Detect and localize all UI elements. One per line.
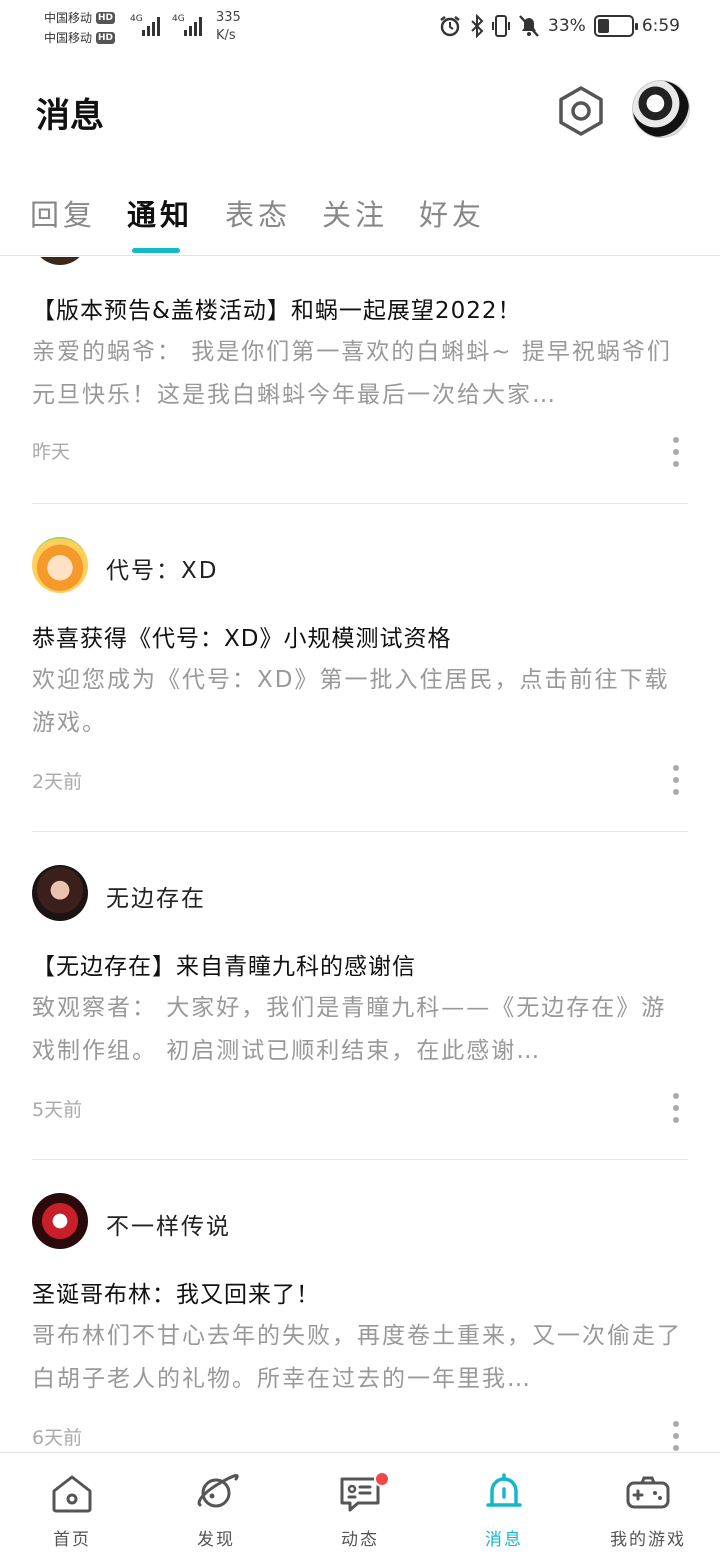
- battery-percent: 33%: [548, 16, 586, 36]
- notification-card[interactable]: 代号：XD 恭喜获得《代号：XD》小规模测试资格 欢迎您成为《代号：XD》第一批…: [32, 537, 688, 827]
- sender-name: 无边存在: [106, 886, 206, 912]
- speed-unit: K/s: [216, 28, 236, 43]
- bluetooth-icon: [471, 14, 484, 38]
- sender-name: 代号：XD: [106, 558, 219, 584]
- nav-feed[interactable]: 动态: [288, 1453, 432, 1560]
- tab-notification[interactable]: 通知: [127, 192, 193, 234]
- notification-title: 恭喜获得《代号：XD》小规模测试资格: [32, 626, 452, 652]
- network-label: 4G: [130, 14, 143, 24]
- notification-time: 2天前: [32, 771, 83, 793]
- battery-icon: [593, 15, 638, 37]
- tab-reply[interactable]: 回复: [30, 192, 96, 234]
- notification-title: 圣诞哥布林：我又回来了！: [32, 1282, 320, 1308]
- sender-avatar[interactable]: [32, 257, 88, 265]
- planet-icon: [197, 1474, 239, 1508]
- signal-icon: 4G: [130, 14, 160, 36]
- tab-follow[interactable]: 关注: [322, 192, 388, 234]
- user-avatar[interactable]: [632, 80, 690, 138]
- notification-time: 昨天: [32, 441, 71, 463]
- nav-label: 发现: [197, 1530, 235, 1550]
- notification-list[interactable]: 【版本预告&盖楼活动】和蜗一起展望2022！ 亲爱的蜗爷： 我是你们第一喜欢的白…: [0, 257, 720, 1452]
- nav-my-games[interactable]: 我的游戏: [576, 1453, 720, 1560]
- sender-name: 不一样传说: [106, 1214, 231, 1240]
- vibrate-icon: [492, 15, 511, 37]
- notification-body: 欢迎您成为《代号：XD》第一批入住居民，点击前往下载游戏。: [32, 667, 670, 736]
- more-options-button[interactable]: [668, 1093, 684, 1123]
- notification-card[interactable]: 无边存在 【无边存在】来自青瞳九科的感谢信 致观察者： 大家好，我们是青瞳九科—…: [32, 865, 688, 1155]
- header: 消息: [0, 70, 720, 160]
- clock: 6:59: [641, 16, 680, 36]
- nav-label: 首页: [53, 1530, 91, 1550]
- active-tab-indicator: [132, 248, 180, 253]
- tab-reaction[interactable]: 表态: [225, 192, 291, 234]
- notification-title: 【版本预告&盖楼活动】和蜗一起展望2022！: [32, 298, 522, 324]
- notification-card[interactable]: 【版本预告&盖楼活动】和蜗一起展望2022！ 亲爱的蜗爷： 我是你们第一喜欢的白…: [32, 257, 688, 509]
- sender-avatar[interactable]: [32, 537, 88, 593]
- status-right: 33% 6:59: [438, 14, 680, 38]
- more-options-button[interactable]: [668, 437, 684, 467]
- unread-badge: [374, 1471, 390, 1487]
- nav-discover[interactable]: 发现: [144, 1453, 288, 1560]
- home-icon: [52, 1475, 92, 1513]
- sender-avatar[interactable]: [32, 865, 88, 921]
- divider: [32, 503, 688, 504]
- nav-label: 动态: [341, 1530, 379, 1550]
- mute-bell-icon: [519, 15, 539, 37]
- carrier-info: 中国移动 HD 中国移动 HD: [44, 8, 116, 48]
- notification-title: 【无边存在】来自青瞳九科的感谢信: [32, 954, 416, 980]
- network-label: 4G: [172, 14, 185, 24]
- notification-time: 5天前: [32, 1099, 83, 1121]
- carrier-2: 中国移动: [44, 31, 93, 45]
- signal-icon: 4G: [172, 14, 202, 36]
- divider: [32, 1159, 688, 1160]
- divider: [32, 831, 688, 832]
- message-tabs: 回复 通知 表态 关注 好友: [0, 180, 720, 256]
- battery-fill: [597, 19, 609, 33]
- hd-badge: HD: [96, 12, 116, 24]
- signal-icons: 4G 4G: [130, 12, 208, 38]
- nav-home[interactable]: 首页: [0, 1453, 144, 1560]
- status-bar: 中国移动 HD 中国移动 HD 4G 4G 335 K/s 33% 6:59: [0, 0, 720, 56]
- nav-label: 我的游戏: [610, 1530, 686, 1550]
- notification-card[interactable]: 不一样传说 圣诞哥布林：我又回来了！ 哥布林们不甘心去年的失败，再度卷土重来，又…: [32, 1193, 688, 1452]
- network-speed: 335 K/s: [216, 9, 241, 45]
- gamepad-icon: [626, 1476, 670, 1509]
- alarm-icon: [440, 16, 460, 37]
- notification-body: 亲爱的蜗爷： 我是你们第一喜欢的白蝌蚪~ 提早祝蜗爷们元旦快乐！这是我白蝌蚪今年…: [32, 339, 672, 408]
- notification-body: 哥布林们不甘心去年的失败，再度卷土重来，又一次偷走了白胡子老人的礼物。所幸在过去…: [32, 1323, 682, 1392]
- sender-avatar[interactable]: [32, 1193, 88, 1249]
- page-title: 消息: [36, 96, 104, 136]
- nav-label: 消息: [485, 1530, 523, 1550]
- nav-messages[interactable]: 消息: [432, 1453, 576, 1560]
- notification-body: 致观察者： 大家好，我们是青瞳九科——《无边存在》游戏制作组。 初启测试已顺利结…: [32, 995, 667, 1064]
- notification-time: 6天前: [32, 1427, 83, 1449]
- carrier-1: 中国移动: [44, 11, 93, 25]
- more-options-button[interactable]: [668, 1421, 684, 1451]
- bell-icon: [486, 1473, 522, 1507]
- more-options-button[interactable]: [668, 765, 684, 795]
- tab-friends[interactable]: 好友: [419, 192, 485, 234]
- bottom-navigation: 首页 发现 动态 消息 我的游戏: [0, 1452, 720, 1560]
- settings-hexagon-icon: [559, 86, 603, 136]
- settings-button[interactable]: [554, 84, 608, 138]
- speed-value: 335: [216, 10, 241, 25]
- hd-badge: HD: [96, 32, 116, 44]
